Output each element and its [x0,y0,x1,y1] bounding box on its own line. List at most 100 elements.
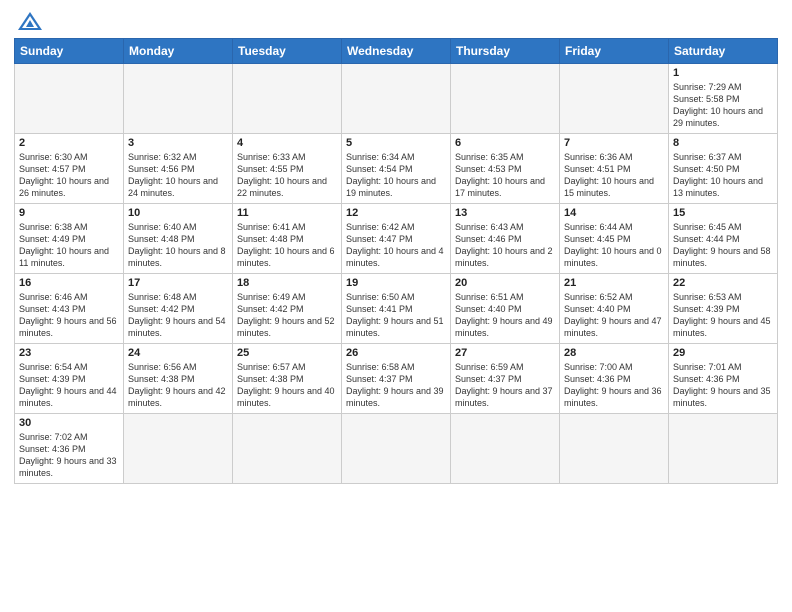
day-info: Sunrise: 6:43 AM Sunset: 4:46 PM Dayligh… [455,221,555,270]
calendar-day-cell [560,64,669,134]
day-info: Sunrise: 6:52 AM Sunset: 4:40 PM Dayligh… [564,291,664,340]
calendar-day-cell: 27 Sunrise: 6:59 AM Sunset: 4:37 PM Dayli… [451,344,560,414]
day-number: 21 [564,277,664,289]
day-info: Sunrise: 6:59 AM Sunset: 4:37 PM Dayligh… [455,361,555,410]
day-number: 30 [19,417,119,429]
day-info: Sunrise: 6:34 AM Sunset: 4:54 PM Dayligh… [346,151,446,200]
day-number: 11 [237,207,337,219]
day-number: 9 [19,207,119,219]
day-number: 12 [346,207,446,219]
day-number: 19 [346,277,446,289]
weekday-header-tuesday: Tuesday [233,39,342,64]
calendar-day-cell: 26Sunrise: 6:58 AM Sunset: 4:37 PM Dayli… [342,344,451,414]
day-number: 1 [673,67,773,79]
logo-icon [16,10,44,32]
day-number: 5 [346,137,446,149]
day-number: 24 [128,347,228,359]
calendar-table: SundayMondayTuesdayWednesdayThursdayFrid… [14,38,778,484]
calendar-week-row: 16Sunrise: 6:46 AM Sunset: 4:43 PM Dayli… [15,274,778,344]
calendar-day-cell: 15Sunrise: 6:45 AM Sunset: 4:44 PM Dayli… [669,204,778,274]
day-number: 25 [237,347,337,359]
day-info: Sunrise: 7:00 AM Sunset: 4:36 PM Dayligh… [564,361,664,410]
calendar-week-row: 30 Sunrise: 7:02 AM Sunset: 4:36 PM Dayli… [15,414,778,484]
day-number: 14 [564,207,664,219]
day-info: Sunrise: 6:54 AM Sunset: 4:39 PM Dayligh… [19,361,119,410]
calendar-day-cell: 28 Sunrise: 7:00 AM Sunset: 4:36 PM Dayli… [560,344,669,414]
day-number: 23 [19,347,119,359]
day-info: Sunrise: 6:56 AM Sunset: 4:38 PM Dayligh… [128,361,228,410]
day-info: Sunrise: 6:53 AM Sunset: 4:39 PM Dayligh… [673,291,773,340]
calendar-day-cell [233,64,342,134]
calendar-day-cell: 10 Sunrise: 6:40 AM Sunset: 4:48 PM Dayli… [124,204,233,274]
calendar-day-cell [342,64,451,134]
logo [14,10,44,32]
day-info: Sunrise: 6:41 AM Sunset: 4:48 PM Dayligh… [237,221,337,270]
day-number: 29 [673,347,773,359]
calendar-day-cell: 13 Sunrise: 6:43 AM Sunset: 4:46 PM Dayli… [451,204,560,274]
day-info: Sunrise: 6:44 AM Sunset: 4:45 PM Dayligh… [564,221,664,270]
day-info: Sunrise: 7:02 AM Sunset: 4:36 PM Dayligh… [19,431,119,480]
calendar-day-cell: 3 Sunrise: 6:32 AM Sunset: 4:56 PM Daylig… [124,134,233,204]
weekday-header-monday: Monday [124,39,233,64]
day-info: Sunrise: 6:40 AM Sunset: 4:48 PM Dayligh… [128,221,228,270]
calendar-day-cell [560,414,669,484]
calendar-week-row: 1Sunrise: 7:29 AM Sunset: 5:58 PM Daylig… [15,64,778,134]
day-number: 8 [673,137,773,149]
day-number: 28 [564,347,664,359]
calendar-day-cell [15,64,124,134]
calendar-day-cell: 21 Sunrise: 6:52 AM Sunset: 4:40 PM Dayli… [560,274,669,344]
day-info: Sunrise: 6:30 AM Sunset: 4:57 PM Dayligh… [19,151,119,200]
day-number: 7 [564,137,664,149]
weekday-header-friday: Friday [560,39,669,64]
weekday-header-sunday: Sunday [15,39,124,64]
calendar-day-cell: 30 Sunrise: 7:02 AM Sunset: 4:36 PM Dayli… [15,414,124,484]
calendar-day-cell: 12Sunrise: 6:42 AM Sunset: 4:47 PM Dayli… [342,204,451,274]
calendar-day-cell [669,414,778,484]
calendar-day-cell: 2Sunrise: 6:30 AM Sunset: 4:57 PM Daylig… [15,134,124,204]
day-info: Sunrise: 6:49 AM Sunset: 4:42 PM Dayligh… [237,291,337,340]
weekday-header-saturday: Saturday [669,39,778,64]
page: SundayMondayTuesdayWednesdayThursdayFrid… [0,0,792,612]
day-info: Sunrise: 6:57 AM Sunset: 4:38 PM Dayligh… [237,361,337,410]
calendar-day-cell: 24 Sunrise: 6:56 AM Sunset: 4:38 PM Dayli… [124,344,233,414]
day-number: 26 [346,347,446,359]
day-info: Sunrise: 6:46 AM Sunset: 4:43 PM Dayligh… [19,291,119,340]
calendar-day-cell: 11 Sunrise: 6:41 AM Sunset: 4:48 PM Dayli… [233,204,342,274]
weekday-header-thursday: Thursday [451,39,560,64]
day-number: 4 [237,137,337,149]
calendar-day-cell [451,64,560,134]
calendar-day-cell: 4Sunrise: 6:33 AM Sunset: 4:55 PM Daylig… [233,134,342,204]
calendar-day-cell: 7Sunrise: 6:36 AM Sunset: 4:51 PM Daylig… [560,134,669,204]
calendar-day-cell: 29 Sunrise: 7:01 AM Sunset: 4:36 PM Dayli… [669,344,778,414]
day-info: Sunrise: 6:35 AM Sunset: 4:53 PM Dayligh… [455,151,555,200]
day-info: Sunrise: 6:32 AM Sunset: 4:56 PM Dayligh… [128,151,228,200]
day-number: 20 [455,277,555,289]
day-info: Sunrise: 7:01 AM Sunset: 4:36 PM Dayligh… [673,361,773,410]
day-info: Sunrise: 6:38 AM Sunset: 4:49 PM Dayligh… [19,221,119,270]
day-info: Sunrise: 6:50 AM Sunset: 4:41 PM Dayligh… [346,291,446,340]
calendar-day-cell: 16Sunrise: 6:46 AM Sunset: 4:43 PM Dayli… [15,274,124,344]
calendar-day-cell: 1Sunrise: 7:29 AM Sunset: 5:58 PM Daylig… [669,64,778,134]
calendar-day-cell [342,414,451,484]
calendar-day-cell: 22Sunrise: 6:53 AM Sunset: 4:39 PM Dayli… [669,274,778,344]
day-number: 27 [455,347,555,359]
day-number: 3 [128,137,228,149]
day-number: 10 [128,207,228,219]
calendar-day-cell: 18 Sunrise: 6:49 AM Sunset: 4:42 PM Dayli… [233,274,342,344]
calendar-day-cell: 9 Sunrise: 6:38 AM Sunset: 4:49 PM Daylig… [15,204,124,274]
day-number: 18 [237,277,337,289]
calendar-day-cell [233,414,342,484]
calendar-week-row: 23 Sunrise: 6:54 AM Sunset: 4:39 PM Dayli… [15,344,778,414]
calendar-day-cell: 8Sunrise: 6:37 AM Sunset: 4:50 PM Daylig… [669,134,778,204]
calendar-day-cell: 19 Sunrise: 6:50 AM Sunset: 4:41 PM Dayli… [342,274,451,344]
calendar-day-cell: 6Sunrise: 6:35 AM Sunset: 4:53 PM Daylig… [451,134,560,204]
calendar-day-cell [124,64,233,134]
day-info: Sunrise: 6:48 AM Sunset: 4:42 PM Dayligh… [128,291,228,340]
day-info: Sunrise: 6:51 AM Sunset: 4:40 PM Dayligh… [455,291,555,340]
day-number: 17 [128,277,228,289]
calendar-day-cell: 14 Sunrise: 6:44 AM Sunset: 4:45 PM Dayli… [560,204,669,274]
calendar-day-cell: 5 Sunrise: 6:34 AM Sunset: 4:54 PM Daylig… [342,134,451,204]
day-number: 13 [455,207,555,219]
calendar-day-cell: 23 Sunrise: 6:54 AM Sunset: 4:39 PM Dayli… [15,344,124,414]
calendar-day-cell: 17 Sunrise: 6:48 AM Sunset: 4:42 PM Dayli… [124,274,233,344]
